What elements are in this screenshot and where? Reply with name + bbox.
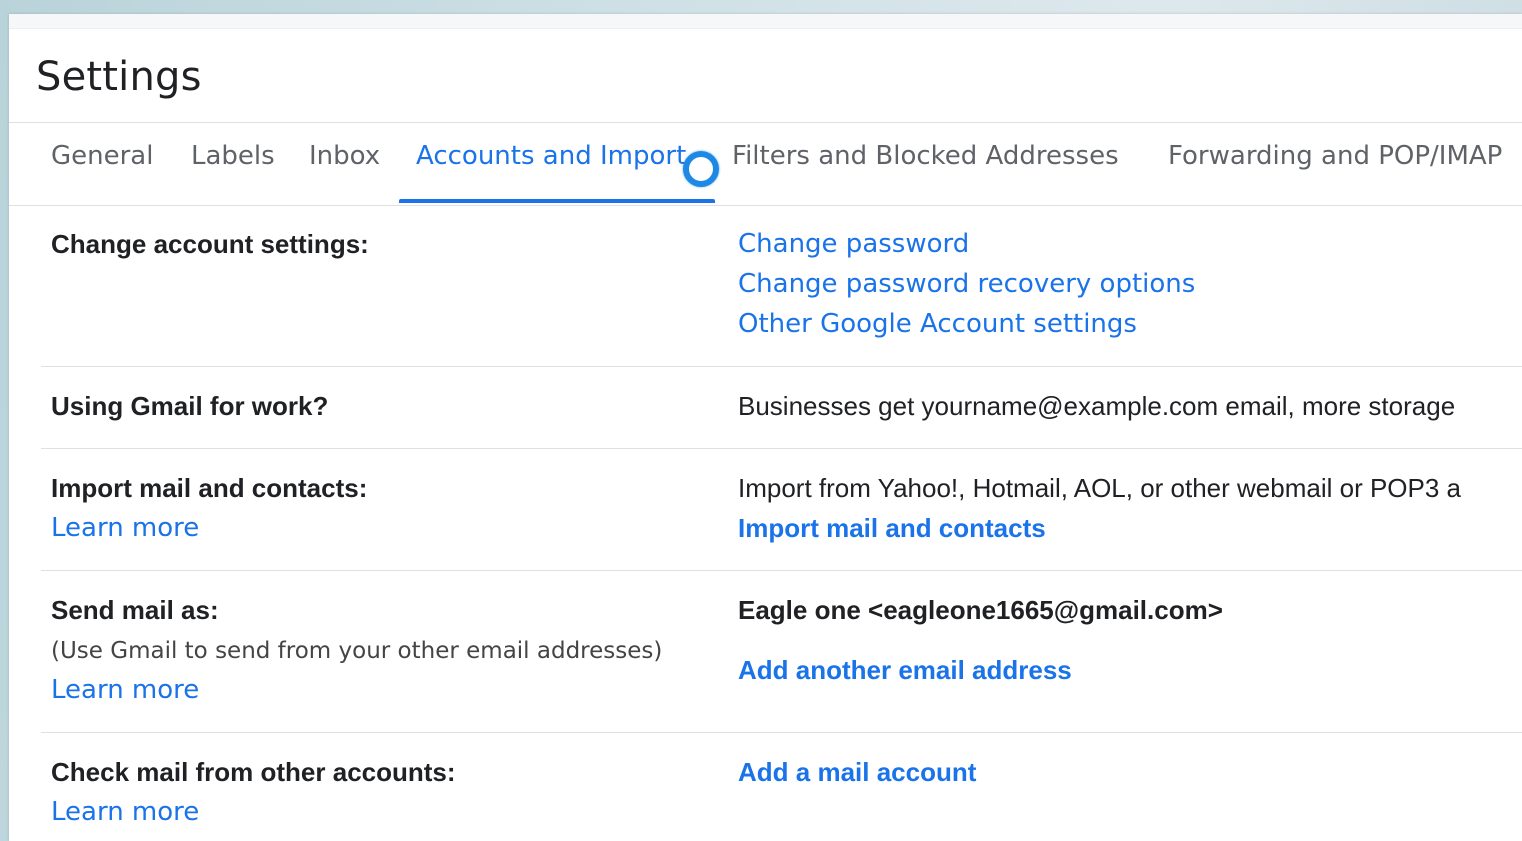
- tab-general[interactable]: General: [51, 141, 153, 171]
- gmail-for-work-description: Businesses get yourname@example.com emai…: [738, 391, 1456, 421]
- check-mail-label: Check mail from other accounts:: [51, 757, 456, 787]
- send-as-address: Eagle one <eagleone1665@gmail.com>: [738, 595, 1223, 625]
- send-mail-as-hint: (Use Gmail to send from your other email…: [51, 638, 663, 664]
- import-mail-label: Import mail and contacts:: [51, 473, 368, 503]
- send-mail-as-label: Send mail as:: [51, 595, 219, 625]
- check-mail-row: Check mail from other accounts: Learn mo…: [41, 733, 1522, 841]
- change-account-settings-row: Change account settings: Change password…: [41, 205, 1522, 367]
- tab-inbox[interactable]: Inbox: [309, 141, 380, 171]
- import-description: Import from Yahoo!, Hotmail, AOL, or oth…: [738, 473, 1462, 503]
- change-account-settings-label: Change account settings:: [51, 229, 369, 259]
- check-mail-learn-more-link[interactable]: Learn more: [51, 797, 199, 827]
- send-as-learn-more-link[interactable]: Learn more: [51, 675, 199, 705]
- top-strip: [9, 14, 1522, 29]
- settings-panel: Settings General Labels Inbox Accounts a…: [9, 14, 1522, 841]
- import-mail-row: Import mail and contacts: Learn more Imp…: [41, 449, 1522, 571]
- page-title: Settings: [36, 54, 202, 100]
- other-google-account-settings-link[interactable]: Other Google Account settings: [738, 309, 1137, 339]
- tab-filters-and-blocked-addresses[interactable]: Filters and Blocked Addresses: [732, 141, 1119, 171]
- tab-forwarding-and-pop-imap[interactable]: Forwarding and POP/IMAP: [1168, 141, 1502, 171]
- tab-labels[interactable]: Labels: [191, 141, 275, 171]
- import-mail-and-contacts-link[interactable]: Import mail and contacts: [738, 513, 1046, 544]
- change-password-recovery-link[interactable]: Change password recovery options: [738, 269, 1195, 299]
- active-tab-indicator: [399, 199, 715, 203]
- add-another-email-link[interactable]: Add another email address: [738, 655, 1072, 686]
- send-mail-as-row: Send mail as: (Use Gmail to send from yo…: [41, 571, 1522, 733]
- tab-accounts-and-import[interactable]: Accounts and Import: [416, 141, 686, 171]
- cursor-indicator: [683, 151, 719, 187]
- import-learn-more-link[interactable]: Learn more: [51, 513, 199, 543]
- gmail-for-work-row: Using Gmail for work? Businesses get you…: [41, 367, 1522, 449]
- add-mail-account-link[interactable]: Add a mail account: [738, 757, 976, 788]
- change-password-link[interactable]: Change password: [738, 229, 969, 259]
- settings-tabs: General Labels Inbox Accounts and Import…: [9, 122, 1522, 206]
- gmail-for-work-label: Using Gmail for work?: [51, 391, 329, 421]
